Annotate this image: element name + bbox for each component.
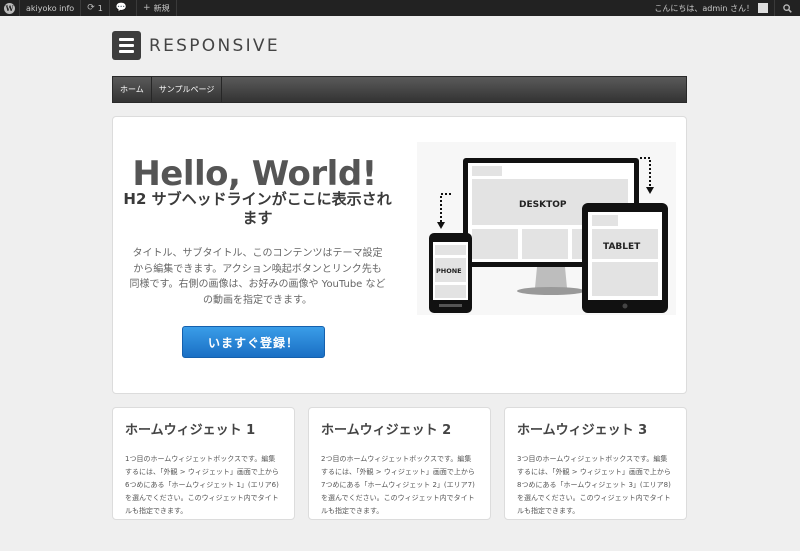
admin-bar: W akiyoko info ⟳ 1 💬 + 新規 こんにちは、admin さん… [0,0,800,16]
logo-text: RESPONSIVE [149,35,280,56]
nav-item-sample-page[interactable]: サンプルページ [152,77,223,102]
refresh-icon: ⟳ [87,3,95,13]
tablet-label: TABLET [603,242,641,252]
widget-title: ホームウィジェット 3 [517,423,648,438]
comment-bubble-icon: 💬 [115,3,128,13]
hero-title: Hello, World! [132,154,377,194]
home-widget-3: ホームウィジェット 3 3つ目のホームウィジェットボックスです。編集するには、「… [504,407,687,520]
hero-subtitle: H2 サブヘッドラインがここに表示されます [123,190,392,227]
greeting-text: こんにちは、admin さん！ [654,3,754,13]
plus-icon: + [143,3,151,13]
phone-label: PHONE [436,267,462,275]
widget-title: ホームウィジェット 1 [125,423,256,438]
home-widget-1: ホームウィジェット 1 1つ目のホームウィジェットボックスです。編集するには、「… [112,407,295,520]
widget-text: 3つ目のホームウィジェットボックスです。編集するには、「外観 > ウィジェット」… [517,455,671,515]
nav-item-home[interactable]: ホーム [113,77,152,102]
desktop-label: DESKTOP [519,200,567,210]
site-name-link[interactable]: akiyoko info [20,0,82,16]
search-icon [783,3,792,13]
home-widget-2: ホームウィジェット 2 2つ目のホームウィジェットボックスです。編集するには、「… [308,407,491,520]
hero-text: タイトル、サブタイトル、このコンテンツはテーマ設定から編集できます。アクション喚… [129,248,386,306]
site-name-label: akiyoko info [26,3,75,13]
signup-button[interactable]: いますぐ登録！ [182,326,325,358]
widget-text: 1つ目のホームウィジェットボックスです。編集するには、「外観 > ウィジェット」… [125,455,279,515]
site-logo[interactable]: RESPONSIVE [112,31,280,60]
widget-text: 2つ目のホームウィジェットボックスです。編集するには、「外観 > ウィジェット」… [321,455,475,515]
responsive-devices-image: DESKTOP TABLET PHONE [417,142,676,315]
hero-section: Hello, World! H2 サブヘッドラインがここに表示されます タイトル… [112,116,687,394]
comments-button[interactable]: 💬 [110,0,138,16]
main-navigation: ホーム サンプルページ [112,76,687,103]
account-menu[interactable]: こんにちは、admin さん！ [648,0,774,16]
wordpress-logo-button[interactable]: W [0,0,20,16]
wordpress-logo-icon: W [4,2,15,14]
menu-logo-icon [112,31,141,60]
devices-illustration: DESKTOP TABLET PHONE [429,157,668,313]
updates-count: 1 [97,3,103,13]
widget-title: ホームウィジェット 2 [321,423,452,438]
updates-button[interactable]: ⟳ 1 [81,0,110,16]
avatar [758,3,768,13]
new-content-button[interactable]: + 新規 [137,0,177,16]
search-button[interactable] [774,0,800,16]
new-label: 新規 [153,3,170,13]
